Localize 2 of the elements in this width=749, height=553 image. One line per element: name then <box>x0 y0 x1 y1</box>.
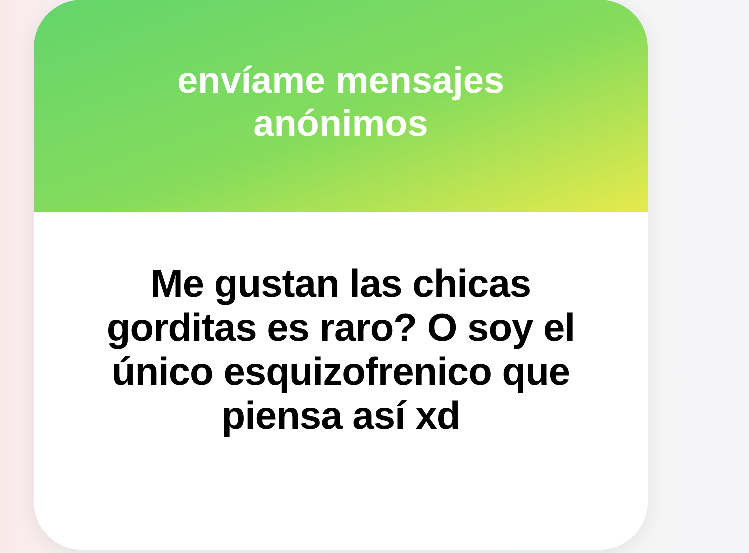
message-text: Me gustan las chicas gorditas es raro? O soy el único esquizofrenico que piensa así xd <box>106 263 576 439</box>
header-title: envíame mensajes anónimos <box>176 59 506 145</box>
